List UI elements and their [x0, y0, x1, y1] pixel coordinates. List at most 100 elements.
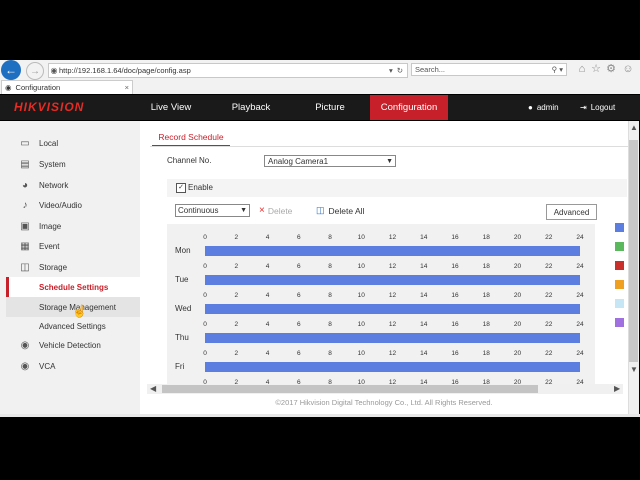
scroll-left-icon[interactable]: ◀ [150, 384, 156, 393]
dropdown-icon[interactable]: ▾ [389, 66, 393, 75]
home-icon[interactable]: ⌂ [576, 62, 588, 76]
sidebar-item-label: VCA [39, 361, 56, 371]
vca-icon: ◉ [20, 360, 30, 372]
search-icon[interactable]: ⚲ ▾ [552, 65, 566, 74]
refresh-icon[interactable]: ↻ [397, 66, 403, 75]
enable-checkbox[interactable]: ✓ [176, 183, 186, 193]
smiley-icon[interactable]: ☺ [622, 62, 634, 76]
hour-tick: 24 [576, 263, 584, 270]
sidebar-item-label: Image [39, 221, 62, 231]
hour-tick: 12 [388, 234, 397, 241]
enable-label: Enable [188, 183, 213, 192]
horizontal-scroll-thumb[interactable] [162, 385, 538, 393]
schedule-bar[interactable] [205, 362, 580, 372]
schedule-bar[interactable] [205, 304, 580, 314]
legend-swatch [615, 299, 624, 308]
legend-swatch [615, 223, 624, 232]
scroll-down-icon[interactable]: ▼ [630, 365, 638, 374]
back-arrow-icon[interactable]: ← [1, 60, 21, 80]
sidebar-item-storage[interactable]: ◫ Storage [0, 257, 140, 277]
favorites-star-icon[interactable]: ☆ [590, 62, 602, 76]
sidebar-item-video-audio[interactable]: ♪ Video/Audio [0, 195, 140, 215]
chevron-down-icon: ▼ [386, 157, 393, 165]
tab-close-icon[interactable]: × [125, 83, 132, 92]
sidebar-sub-schedule-settings[interactable]: Schedule Settings [6, 277, 140, 297]
hour-tick: 12 [388, 350, 397, 357]
vehicle-detection-icon: ◉ [20, 339, 30, 351]
mouse-pointer-icon: ☝ [72, 304, 87, 318]
page-icon: ◉ [50, 66, 58, 75]
hour-tick: 18 [482, 292, 490, 299]
hour-tick: 6 [296, 321, 301, 328]
nav-picture[interactable]: Picture [300, 95, 360, 120]
hour-tick: 20 [513, 292, 522, 299]
sidebar-item-local[interactable]: ▭ Local [0, 133, 140, 153]
hour-tick: 22 [545, 321, 553, 328]
advanced-button[interactable]: Advanced [546, 204, 597, 220]
forward-arrow-icon[interactable]: → [26, 62, 44, 80]
hour-tick: 0 [203, 321, 207, 328]
hour-tick: 12 [388, 263, 397, 270]
user-menu[interactable]: ● admin [528, 95, 559, 120]
hour-tick: 2 [234, 263, 239, 270]
hour-tick: 14 [420, 234, 428, 241]
hour-tick: 16 [451, 292, 459, 299]
sidebar-item-system[interactable]: ▤ System [0, 154, 140, 174]
legend-swatch [615, 261, 624, 270]
scroll-up-icon[interactable]: ▲ [630, 123, 638, 132]
delete-all-button[interactable]: ◫ Delete All [316, 205, 364, 216]
hour-tick: 10 [357, 350, 365, 357]
record-type-select[interactable]: Continuous ▼ [175, 204, 250, 217]
system-icon: ▤ [20, 158, 30, 170]
sidebar-item-image[interactable]: ▣ Image [0, 216, 140, 236]
day-label: Fri [175, 362, 185, 371]
sidebar-sub-advanced-settings[interactable]: Advanced Settings [6, 316, 140, 336]
channel-select[interactable]: Analog Camera1 ▼ [264, 155, 396, 167]
nav-playback[interactable]: Playback [220, 95, 282, 120]
schedule-bar[interactable] [205, 246, 580, 256]
hour-tick: 8 [328, 321, 332, 328]
hour-tick: 20 [513, 321, 522, 328]
hour-tick: 4 [265, 292, 270, 299]
hour-tick: 12 [388, 321, 397, 328]
day-label: Tue [175, 275, 189, 284]
nav-configuration[interactable]: Configuration [370, 95, 448, 120]
tab-record-schedule[interactable]: Record Schedule [152, 128, 230, 147]
sidebar-item-event[interactable]: ▦ Event [0, 236, 140, 256]
hour-tick: 24 [576, 321, 584, 328]
sidebar-item-vehicle-detection[interactable]: ◉ Vehicle Detection [0, 335, 140, 355]
settings-gear-icon[interactable]: ⚙ [605, 62, 617, 76]
hour-tick: 6 [296, 350, 301, 357]
browser-tab[interactable]: ◉ Configuration × [1, 80, 133, 94]
search-input[interactable]: Search... ⚲ ▾ [411, 63, 567, 76]
hour-tick: 18 [482, 350, 490, 357]
sidebar-item-vca[interactable]: ◉ VCA [0, 356, 140, 376]
image-icon: ▣ [20, 220, 30, 232]
schedule-bar[interactable] [205, 333, 580, 343]
vertical-scroll-thumb[interactable] [629, 140, 638, 362]
logout-icon: ⇥ [580, 103, 587, 112]
hour-tick: 10 [357, 292, 365, 299]
nav-live-view[interactable]: Live View [142, 95, 200, 120]
channel-label: Channel No. [167, 156, 212, 165]
sidebar-item-label: Local [39, 138, 59, 148]
hour-tick: 14 [420, 350, 428, 357]
hour-tick: 16 [451, 321, 459, 328]
logout-button[interactable]: ⇥ Logout [580, 95, 615, 120]
sidebar-item-network[interactable]: ◕ Network [0, 175, 140, 195]
hour-tick: 14 [420, 292, 428, 299]
footer-copyright: ©2017 Hikvision Digital Technology Co., … [275, 398, 493, 407]
delete-all-label: Delete All [328, 205, 365, 216]
color-legend [614, 223, 625, 333]
address-bar[interactable]: ◉ http://192.168.1.64/doc/page/config.as… [48, 63, 408, 78]
scroll-right-icon[interactable]: ▶ [614, 384, 620, 393]
hour-tick: 4 [265, 350, 270, 357]
username: admin [536, 103, 559, 112]
schedule-bar[interactable] [205, 275, 580, 285]
delete-button[interactable]: × Delete [259, 205, 292, 216]
legend-swatch [615, 318, 624, 327]
legend-swatch [615, 280, 624, 289]
schedule-grid[interactable]: 0 2 4 6 8 10 12 14 16 18 20 22 24 Mon 0 2 4 6 8 10 12 14 16 18 2… [167, 224, 595, 384]
hour-tick: 8 [328, 292, 332, 299]
calendar-icon: ▦ [20, 240, 30, 252]
